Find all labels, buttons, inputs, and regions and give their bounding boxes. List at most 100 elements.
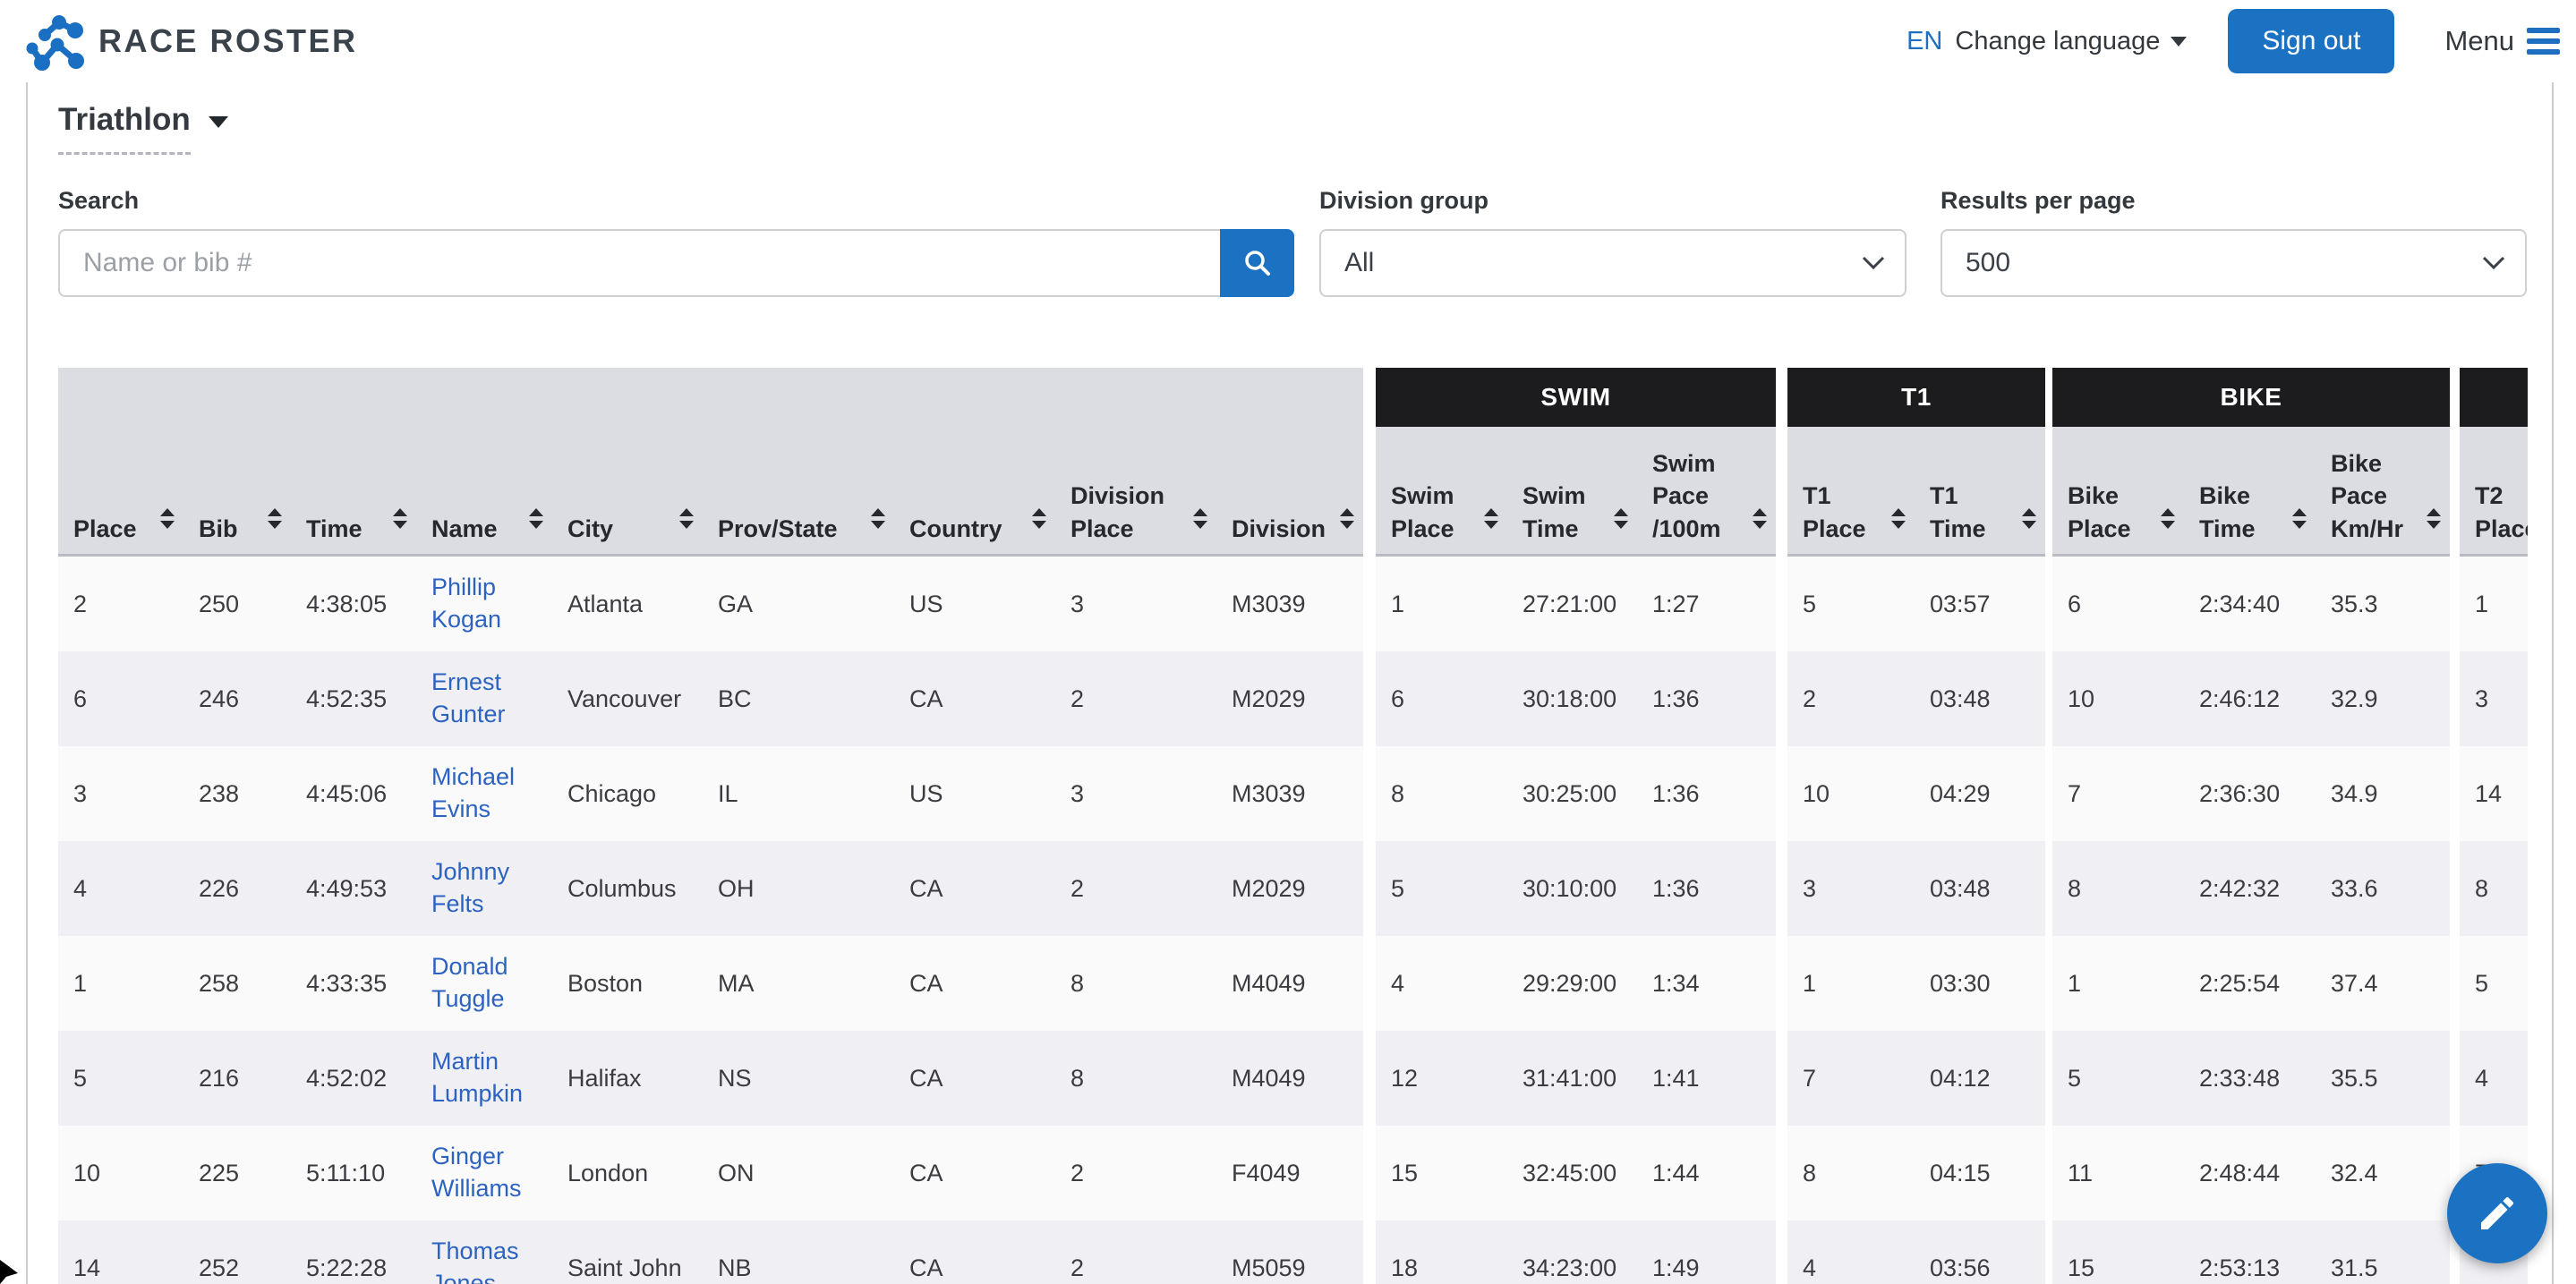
results-per-page-select[interactable]: 500 — [1941, 229, 2527, 297]
cell-division-place: 2 — [1055, 875, 1216, 903]
cell-swim-place: 6 — [1376, 685, 1507, 713]
column-header-swim-pace[interactable]: Swim Pace /100m — [1637, 427, 1776, 554]
table-row: 52164:52:02Martin LumpkinHalifaxNSCA8M40… — [58, 1031, 1363, 1126]
cell-country: CA — [894, 685, 1055, 713]
column-header-t1-place[interactable]: T1 Place — [1787, 427, 1915, 554]
search-icon — [1241, 247, 1274, 279]
athlete-name-link[interactable]: Donald Tuggle — [431, 951, 552, 1015]
column-header-place[interactable]: Place — [58, 368, 183, 554]
table-row: 830:25:001:36 — [1376, 746, 1776, 841]
table-row: 12584:33:35Donald TuggleBostonMACA8M4049 — [58, 936, 1363, 1031]
column-header-division[interactable]: Division — [1216, 368, 1363, 554]
edit-button[interactable] — [2447, 1163, 2547, 1263]
sort-icon — [1032, 508, 1046, 529]
column-header-t2-place[interactable]: T2 Place — [2460, 427, 2528, 554]
search-input[interactable] — [58, 229, 1220, 297]
cell-t1-time: 03:48 — [1915, 875, 2045, 903]
language-code-label: EN — [1906, 27, 1942, 56]
athlete-name-link[interactable]: Johnny Felts — [431, 856, 552, 920]
cell-swim-place: 8 — [1376, 780, 1507, 808]
cell-t1-time: 04:12 — [1915, 1065, 2045, 1093]
top-nav: RACE ROSTER EN Change language Sign out … — [0, 0, 2576, 82]
column-header-bike-time[interactable]: Bike Time — [2184, 427, 2316, 554]
column-header-prov-state[interactable]: Prov/State — [703, 368, 894, 554]
cell-division-place: 2 — [1055, 1254, 1216, 1282]
column-header-time[interactable]: Time — [291, 368, 416, 554]
column-header-name[interactable]: Name — [416, 368, 552, 554]
table-row: 503:57 — [1787, 557, 2045, 651]
cell-swim-time: 29:29:00 — [1507, 970, 1637, 998]
cell-bib: 225 — [183, 1160, 291, 1187]
athlete-name-link[interactable]: Thomas Jones — [431, 1236, 552, 1284]
cell-time: 4:38:05 — [291, 591, 416, 618]
cell-name: Ernest Gunter — [416, 667, 552, 730]
cell-t1-time: 04:29 — [1915, 780, 2045, 808]
cell-country: CA — [894, 1160, 1055, 1187]
cell-swim-time: 30:18:00 — [1507, 685, 1637, 713]
column-header-bib[interactable]: Bib — [183, 368, 291, 554]
cell-swim-pace: 1:36 — [1637, 685, 1776, 713]
column-header-swim-place[interactable]: Swim Place — [1376, 427, 1507, 554]
cell-place: 6 — [58, 685, 183, 713]
cell-prov-state: BC — [703, 685, 894, 713]
column-header-city[interactable]: City — [552, 368, 703, 554]
cell-bike-place: 15 — [2052, 1254, 2184, 1282]
cell-time: 4:45:06 — [291, 780, 416, 808]
table-section-swim: SWIM Swim Place Swim Time Swim Pace /100… — [1376, 368, 1776, 1284]
athlete-name-link[interactable]: Ginger Williams — [431, 1141, 552, 1204]
column-header-swim-time[interactable]: Swim Time — [1507, 427, 1637, 554]
cell-division-place: 2 — [1055, 1160, 1216, 1187]
table-row: 704:12 — [1787, 1031, 2045, 1126]
cell-country: US — [894, 780, 1055, 808]
cell-name: Donald Tuggle — [416, 951, 552, 1015]
search-button[interactable] — [1220, 229, 1294, 297]
cell-division: M4049 — [1216, 970, 1363, 998]
cell-swim-place: 18 — [1376, 1254, 1507, 1282]
cell-bike-place: 1 — [2052, 970, 2184, 998]
cell-bike-time: 2:25:54 — [2184, 970, 2316, 998]
sign-out-button[interactable]: Sign out — [2228, 9, 2394, 73]
cell-bike-time: 2:36:30 — [2184, 780, 2316, 808]
table-row: 82:42:3233.6 — [2052, 841, 2450, 936]
sort-icon — [2292, 508, 2307, 529]
column-header-country[interactable]: Country — [894, 368, 1055, 554]
athlete-name-link[interactable]: Phillip Kogan — [431, 572, 552, 635]
cell-bike-place: 6 — [2052, 591, 2184, 618]
column-header-bike-pace[interactable]: Bike Pace Km/Hr — [2316, 427, 2450, 554]
cell-division: M5059 — [1216, 1254, 1363, 1282]
group-header-t1: T1 — [1787, 368, 2045, 427]
chevron-down-icon — [1862, 256, 1885, 270]
results-per-page-label: Results per page — [1941, 187, 2527, 215]
menu-button[interactable]: Menu — [2444, 25, 2560, 57]
race-roster-logo[interactable]: RACE ROSTER — [23, 10, 358, 72]
cell-bib: 252 — [183, 1254, 291, 1282]
cell-bike-place: 7 — [2052, 780, 2184, 808]
cell-division: M3039 — [1216, 591, 1363, 618]
cell-country: CA — [894, 875, 1055, 903]
cell-bib: 258 — [183, 970, 291, 998]
column-header-division-place[interactable]: Division Place — [1055, 368, 1216, 554]
cell-name: Michael Evins — [416, 761, 552, 825]
cell-t1-time: 04:15 — [1915, 1160, 2045, 1187]
cell-name: Martin Lumpkin — [416, 1046, 552, 1110]
column-header-t1-time[interactable]: T1 Time — [1915, 427, 2045, 554]
cell-bike-pace: 32.4 — [2316, 1160, 2450, 1187]
table-row: 203:48 — [1787, 651, 2045, 746]
cell-division-place: 3 — [1055, 780, 1216, 808]
cell-bike-time: 2:46:12 — [2184, 685, 2316, 713]
cell-place: 10 — [58, 1160, 183, 1187]
column-header-bike-place[interactable]: Bike Place — [2052, 427, 2184, 554]
athlete-name-link[interactable]: Martin Lumpkin — [431, 1046, 552, 1110]
division-group-select[interactable]: All — [1319, 229, 1906, 297]
cell-bike-pace: 35.3 — [2316, 591, 2450, 618]
change-language-button[interactable]: Change language — [1955, 27, 2187, 56]
athlete-name-link[interactable]: Ernest Gunter — [431, 667, 552, 730]
cell-prov-state: NB — [703, 1254, 894, 1282]
table-row: 102:46:1232.9 — [2052, 651, 2450, 746]
table-row: 1532:45:001:44 — [1376, 1126, 1776, 1220]
event-selector[interactable]: Triathlon — [58, 102, 228, 155]
table-section-t1: T1 T1 Place T1 Time 503:57203:481004:293… — [1787, 368, 2045, 1284]
athlete-name-link[interactable]: Michael Evins — [431, 761, 552, 825]
table-row: 112:48:4432.4 — [2052, 1126, 2450, 1220]
sort-icon — [2427, 508, 2441, 529]
